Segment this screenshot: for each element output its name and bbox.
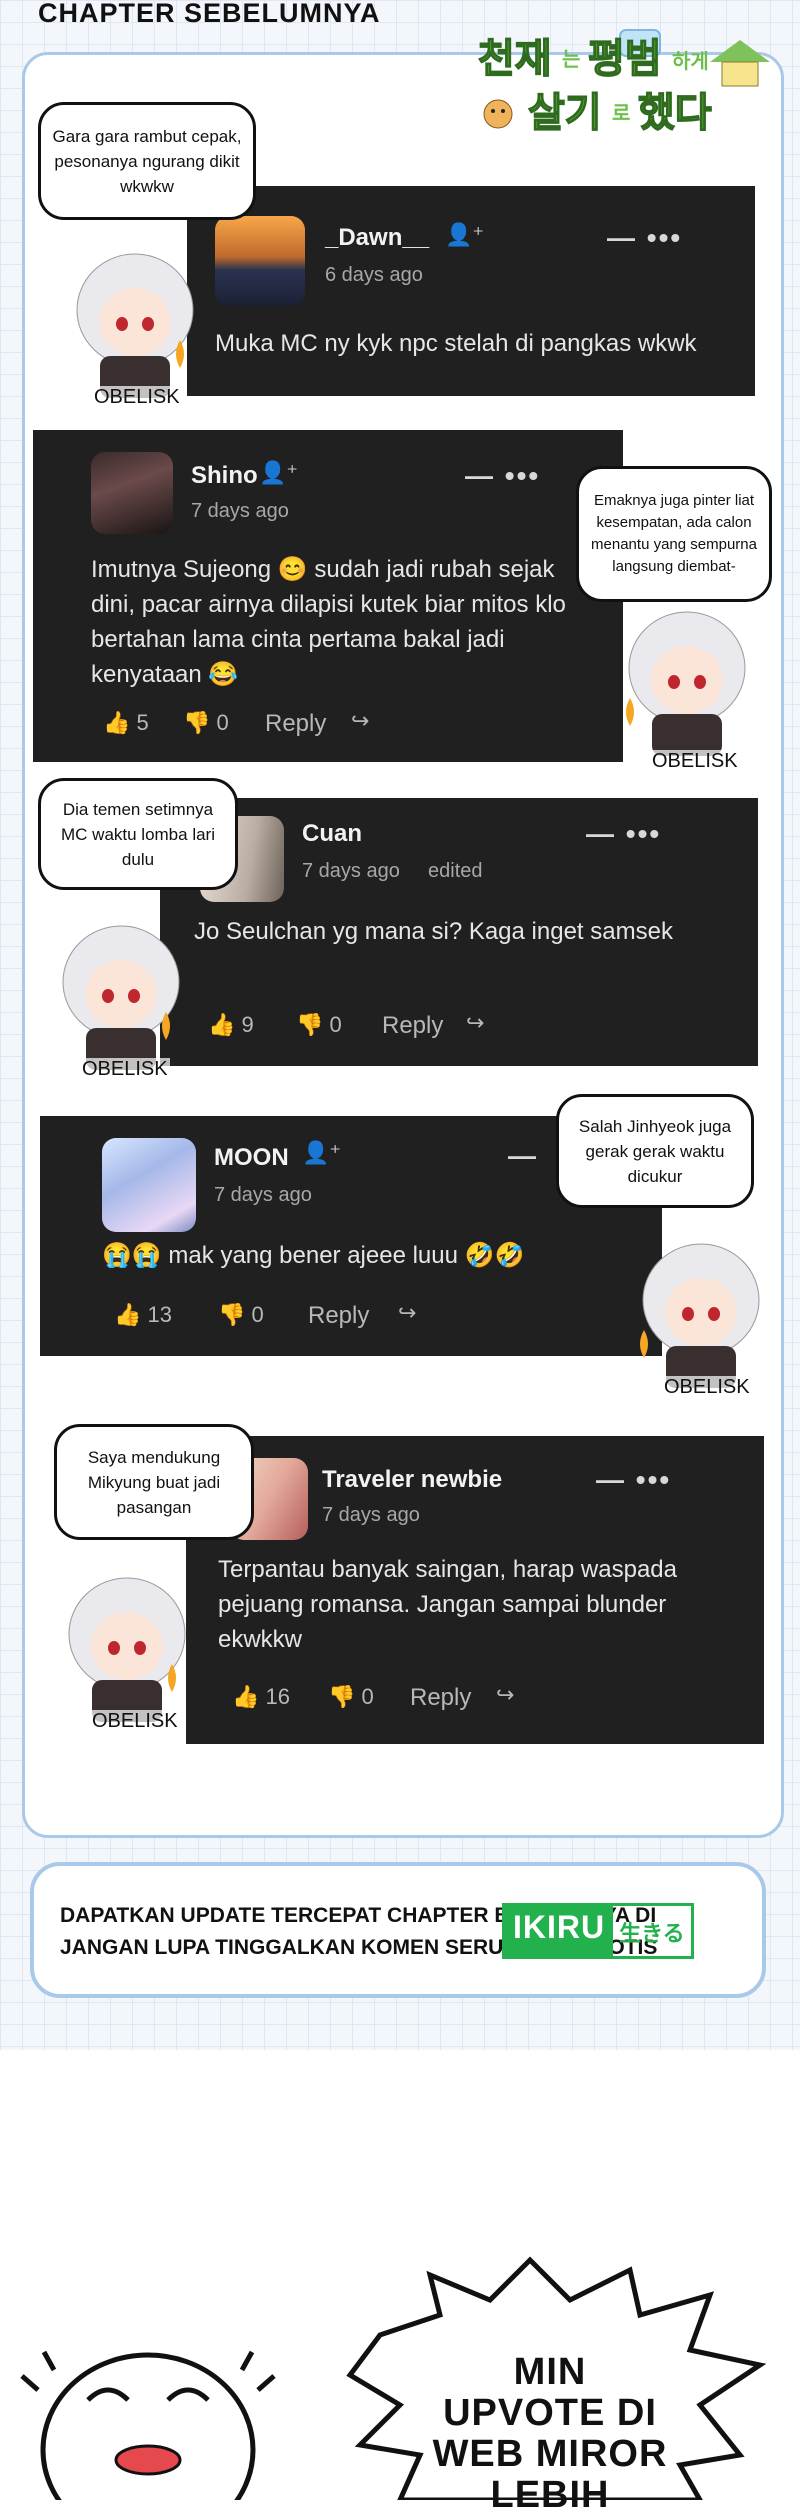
comment-menu[interactable]: — •••: [596, 1464, 671, 1496]
mascot-chibi-image: [68, 1577, 186, 1722]
comment-text: Jo Seulchan yg mana si? Kaga inget samse…: [194, 918, 673, 945]
speech-bubble: Gara gara rambut cepak, pesonanya nguran…: [38, 102, 256, 220]
comment-time: 7 days ago: [302, 860, 400, 882]
ikiru-brand-jp: 生きる: [619, 1922, 685, 1947]
reply-button[interactable]: Reply: [265, 710, 326, 738]
follow-user-icon[interactable]: 👤⁺: [445, 222, 484, 248]
mascot-chibi-image: [640, 1243, 760, 1388]
comment-menu[interactable]: — •••: [465, 460, 540, 492]
comment-time: 7 days ago: [214, 1184, 312, 1206]
dislike-button[interactable]: 👎 0: [183, 710, 229, 736]
mascot-label: OBELISK: [92, 386, 182, 409]
previous-chapter-heading: CHAPTER SEBELUMNYA: [38, 0, 381, 28]
dislike-button[interactable]: 👎 0: [218, 1302, 264, 1328]
edited-tag: edited: [428, 860, 483, 882]
comment-card: Shino 👤⁺ 7 days ago — ••• Imutnya Sujeon…: [33, 430, 623, 762]
shout-line-4: LEBIH: [490, 2474, 610, 2516]
like-button[interactable]: 👍 16: [232, 1684, 290, 1710]
comment-time: 6 days ago: [325, 264, 423, 286]
mascot-label: OBELISK: [662, 1376, 752, 1399]
shout-line-2: UPVOTE DI: [443, 2392, 657, 2434]
speech-bubble: Salah Jinhyeok juga gerak gerak waktu di…: [556, 1094, 754, 1208]
shout-line-1: MIN: [513, 2351, 587, 2393]
comment-card: Traveler newbie 7 days ago — ••• Terpant…: [186, 1436, 764, 1744]
comment-menu[interactable]: — •••: [607, 222, 682, 254]
share-icon[interactable]: ↪: [466, 1010, 484, 1036]
comment-time: 7 days ago: [191, 500, 289, 522]
follow-user-icon[interactable]: 👤⁺: [302, 1140, 341, 1166]
reply-button[interactable]: Reply: [410, 1684, 471, 1712]
comment-card: Cuan 7 days ago edited — ••• Jo Seulchan…: [160, 798, 758, 1066]
comment-username[interactable]: Shino: [191, 462, 258, 490]
mascot-label: OBELISK: [80, 1058, 170, 1081]
svg-text:하게: 하게: [672, 49, 709, 73]
like-count: 9: [241, 1012, 254, 1037]
crying-face-drawing: [20, 2350, 276, 2500]
mascot-label: OBELISK: [650, 750, 740, 773]
share-icon[interactable]: ↪: [351, 708, 369, 734]
dislike-button[interactable]: 👎 0: [296, 1012, 342, 1038]
dislike-count: 0: [361, 1684, 374, 1709]
follow-user-icon[interactable]: 👤⁺: [259, 460, 298, 486]
reply-button[interactable]: Reply: [308, 1302, 369, 1330]
svg-text:살기: 살기: [528, 90, 602, 136]
avatar: [91, 452, 173, 534]
dislike-count: 0: [216, 710, 229, 735]
dislike-count: 0: [251, 1302, 264, 1327]
svg-text:는: 는: [562, 47, 580, 71]
comment-username[interactable]: Traveler newbie: [322, 1466, 502, 1494]
dislike-count: 0: [329, 1012, 342, 1037]
share-icon[interactable]: ↪: [398, 1300, 416, 1326]
avatar: [102, 1138, 196, 1232]
update-banner: DAPATKAN UPDATE TERCEPAT CHAPTER BERIKUT…: [30, 1862, 766, 1998]
share-icon[interactable]: ↪: [496, 1682, 514, 1708]
mascot-label: OBELISK: [90, 1710, 180, 1733]
mascot-chibi-image: [62, 925, 180, 1070]
reply-button[interactable]: Reply: [382, 1012, 443, 1040]
dislike-button[interactable]: 👎 0: [328, 1684, 374, 1710]
svg-text:로: 로: [612, 101, 630, 125]
like-count: 16: [265, 1684, 290, 1709]
comment-text: Terpantau banyak saingan, harap waspada …: [218, 1556, 677, 1653]
like-count: 5: [136, 710, 149, 735]
svg-text:천재: 천재: [478, 36, 552, 82]
mascot-chibi-image: [76, 253, 194, 398]
svg-text:평범: 평범: [588, 36, 662, 82]
like-button[interactable]: 👍 9: [208, 1012, 254, 1038]
shout-line-3: WEB MIROR: [432, 2433, 668, 2475]
comment-text: 😭😭 mak yang bener ajeee luuu 🤣🤣: [102, 1242, 525, 1269]
comment-username[interactable]: Cuan: [302, 820, 362, 848]
speech-bubble: Dia temen setimnya MC waktu lomba lari d…: [38, 778, 238, 890]
like-button[interactable]: 👍 13: [114, 1302, 172, 1328]
series-logo: 천재 는 평범 하게 살기 로 했다: [477, 29, 770, 137]
comment-username[interactable]: _Dawn__: [325, 224, 429, 252]
comment-username[interactable]: MOON: [214, 1144, 289, 1172]
like-count: 13: [147, 1302, 172, 1327]
like-button[interactable]: 👍 5: [103, 710, 149, 736]
comment-text: Muka MC ny kyk npc stelah di pangkas wkw…: [215, 330, 697, 357]
comment-time: 7 days ago: [322, 1504, 420, 1526]
comment-text: Imutnya Sujeong 😊 sudah jadi rubah sejak…: [91, 556, 566, 688]
speech-bubble: Emaknya juga pinter liat kesempatan, ada…: [576, 466, 772, 602]
comment-card: _Dawn__ 👤⁺ 6 days ago — ••• Muka MC ny k…: [187, 186, 755, 396]
comment-menu[interactable]: — •••: [586, 818, 661, 850]
ikiru-logo-link[interactable]: IKIRU 生きる: [502, 1903, 694, 1959]
shout-text: MIN UPVOTE DI WEB MIROR LEBIH: [420, 2352, 680, 2516]
mascot-chibi-image: [626, 611, 746, 756]
comment-menu[interactable]: —: [508, 1140, 538, 1172]
speech-bubble: Saya mendukung Mikyung buat jadi pasanga…: [54, 1424, 254, 1540]
ikiru-brand: IKIRU: [505, 1906, 614, 1956]
avatar: [215, 216, 305, 306]
svg-text:했다: 했다: [638, 90, 712, 136]
